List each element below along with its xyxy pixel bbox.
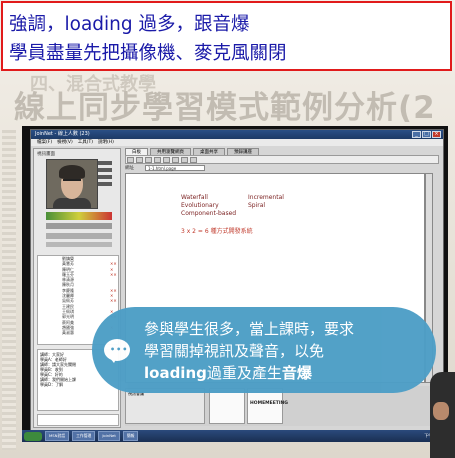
speaker-icon[interactable] <box>98 175 112 179</box>
left-panel: 視訊畫面 劉鎮榮 黃慧芳 ✕✕ 陳明仁 ✕ 羅玉芬 ✕✕ 林清源 陳秋月 李慶隆… <box>33 148 121 428</box>
redo-icon[interactable] <box>190 157 197 163</box>
tab-prerecorded[interactable]: 預錄講座 <box>227 148 259 155</box>
maximize-icon[interactable]: □ <box>422 131 431 138</box>
caption-banner: 強調，loading 過多，跟音爆 學員盡量先把攝像機、麥克風關閉 <box>1 1 452 71</box>
window-titlebar: JoinNet - 線上人數 (23) _ □ × <box>31 130 443 139</box>
status-bar <box>46 242 112 247</box>
taskbar-item[interactable]: JoinNet <box>98 431 120 441</box>
slide-thumbnail[interactable] <box>209 388 245 424</box>
tab-whiteboard[interactable]: 白板 <box>125 148 148 155</box>
bubble-text: 過重及產生 <box>206 364 282 382</box>
homemeeting-logo: HOMEMEETING <box>250 401 288 406</box>
slide-title: 線上同步學習模式範例分析(2 <box>14 90 436 122</box>
speech-bubble: ••• 參與學生很多，當上課時，要求 學習關掉視訊及聲音，以免 loading過… <box>92 307 436 393</box>
chat-bubble-icon: ••• <box>104 339 130 363</box>
bubble-line-2: 學習關掉視訊及聲音，以免 <box>144 342 325 360</box>
bubble-line-3: loading過重及產生音爆 <box>144 362 312 383</box>
tab-strip: 白板 共用瀏覽網頁 桌面共享 預錄講座 <box>125 148 439 155</box>
slide-thumbnail[interactable]: HOMEMEETING <box>247 388 288 424</box>
mic-slider[interactable] <box>46 223 112 229</box>
toolbar <box>125 155 439 164</box>
address-row: 網址 1-1.html.page <box>125 165 439 172</box>
video-panel-label: 視訊畫面 <box>37 152 55 157</box>
bubble-emphasis: loading <box>144 364 207 382</box>
chat-input[interactable] <box>37 414 119 426</box>
taskbar: MSN對話 工作管理 JoinNet 簡報 下午 03:45 <box>22 430 448 442</box>
doc-item: Spiral <box>248 202 266 209</box>
close-icon[interactable]: × <box>432 131 441 138</box>
caption-line-2: 學員盡量先把攝像機、麥克風關閉 <box>9 43 287 64</box>
video-controls <box>98 161 118 205</box>
doc-item: Incremental <box>248 194 284 201</box>
taskbar-item[interactable]: MSN對話 <box>45 431 70 441</box>
menu-view[interactable]: 檢視(V) <box>57 139 73 146</box>
undo-icon[interactable] <box>181 157 188 163</box>
menu-tools[interactable]: 工具(T) <box>78 139 93 146</box>
chat-message: 學員D：了解 <box>40 382 64 387</box>
speaker-slider[interactable] <box>46 233 112 239</box>
start-button[interactable] <box>24 431 42 441</box>
volume-meter <box>46 212 112 220</box>
doc-item: Waterfall <box>181 194 208 201</box>
minimize-icon[interactable]: _ <box>412 131 421 138</box>
presenter-hand <box>433 402 449 420</box>
taskbar-item[interactable]: 工作管理 <box>72 431 96 441</box>
settings-icon[interactable] <box>98 182 112 186</box>
menu-help[interactable]: 說明(H) <box>98 139 114 146</box>
pen-icon[interactable] <box>127 157 134 163</box>
eraser-icon[interactable] <box>136 157 143 163</box>
menubar: 檔案(F) 檢視(V) 工具(T) 說明(H) <box>31 139 443 146</box>
media-controls[interactable]: 視訊會議 <box>125 388 205 424</box>
doc-formula: 3 x 2 = 6 種方式開發系統 <box>181 228 253 235</box>
color-icon[interactable] <box>172 157 179 163</box>
doc-item: Component-based <box>181 210 237 217</box>
line-icon[interactable] <box>154 157 161 163</box>
menu-file[interactable]: 檔案(F) <box>37 139 52 146</box>
microphone-icon[interactable] <box>98 168 112 172</box>
screen-capture: JoinNet - 線上人數 (23) _ □ × 檔案(F) 檢視(V) 工具… <box>22 126 448 442</box>
text-icon[interactable] <box>145 157 152 163</box>
taskbar-item[interactable]: 簡報 <box>122 431 139 441</box>
address-field[interactable]: 1-1.html.page <box>145 165 205 171</box>
tab-shared-browser[interactable]: 共用瀏覽網頁 <box>150 148 191 155</box>
rectangle-icon[interactable] <box>163 157 170 163</box>
camera-icon[interactable] <box>98 161 112 165</box>
tab-desktop-share[interactable]: 桌面共享 <box>193 148 225 155</box>
doc-item: Evolutionary <box>181 202 219 209</box>
bubble-line-1: 參與學生很多，當上課時，要求 <box>144 320 355 338</box>
address-label: 網址 <box>125 166 134 171</box>
caption-line-1: 強調，loading 過多，跟音爆 <box>9 14 250 35</box>
window-title: JoinNet - 線上人數 (23) <box>35 131 90 137</box>
webcam-video <box>46 159 98 209</box>
slide-decoration <box>2 130 16 450</box>
bubble-emphasis: 音爆 <box>281 364 312 382</box>
